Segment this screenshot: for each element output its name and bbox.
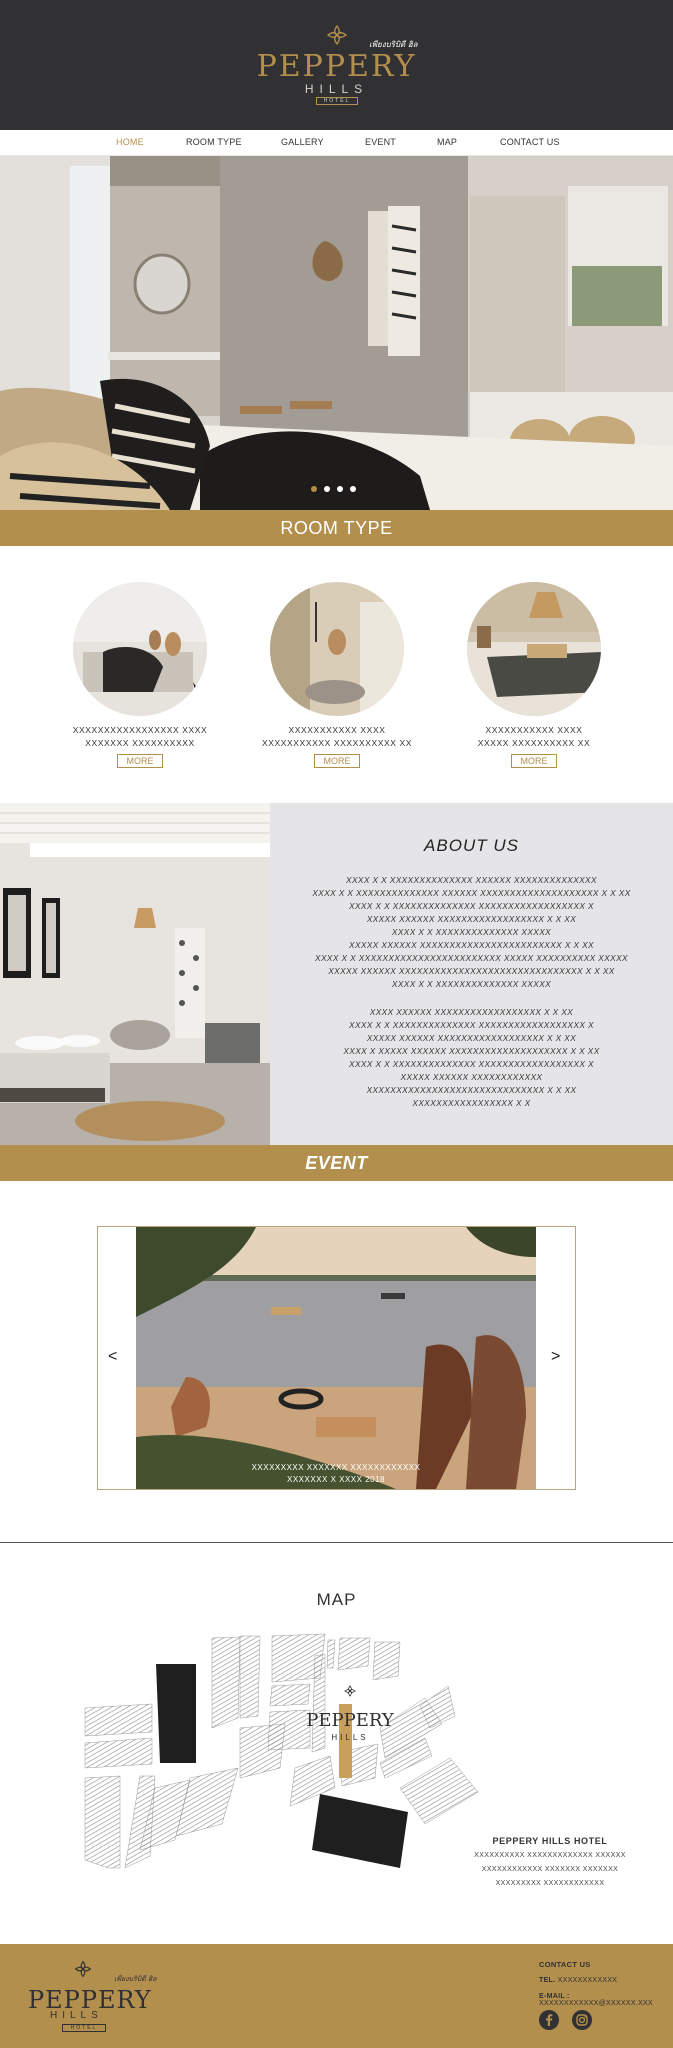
nav-gallery[interactable]: GALLERY	[281, 137, 324, 147]
room-1-more-button[interactable]: MORE	[117, 754, 163, 768]
about-title: ABOUT US	[424, 836, 519, 855]
about-text-line: XXXX X X XXXXXXXXXXXXXX XXXXX	[391, 927, 552, 937]
room-type-banner: ROOM TYPE	[0, 510, 673, 546]
hero-image	[0, 156, 673, 510]
room-2-more-button[interactable]: MORE	[314, 754, 360, 768]
room-1-desc-line2: XXXXXXX XXXXXXXXXX	[85, 738, 195, 748]
flower-logo-icon	[326, 24, 348, 46]
room-2-desc-line2: XXXXXXXXXXX XXXXXXXXXX XX	[261, 738, 413, 748]
about-text-line: XXXXX XXXXXX XXXXXXXXXXXXXXXXXXXXXXXXXXX…	[328, 966, 615, 976]
room-2-desc-line1: XXXXXXXXXXX XXXX	[288, 725, 386, 735]
room-2-desc: XXXXXXXXXXX XXXX XXXXXXXXXXX XXXXXXXXXX …	[237, 724, 437, 750]
footer-flower-logo-icon	[74, 1960, 92, 1978]
brand-tag: HOTEL	[316, 97, 358, 105]
footer-email: E-MAIL : XXXXXXXXXXXX@XXXXXX.XXX	[539, 1993, 673, 2007]
about-image	[0, 803, 270, 1145]
room-image-1[interactable]	[73, 582, 207, 716]
room-1-desc-line1: XXXXXXXXXXXXXXXXX XXXX	[72, 725, 208, 735]
event-title: EVENT	[305, 1153, 368, 1173]
room-image-3[interactable]	[467, 582, 601, 716]
about-text-line: XXXXX XXXXXX XXXXXXXXXXXX	[400, 1072, 543, 1082]
hero-slider[interactable]	[0, 156, 673, 510]
nav-event[interactable]: EVENT	[365, 137, 396, 147]
footer-brand-tag: HOTEL	[62, 2024, 106, 2032]
brand-subtitle: HILLS	[304, 82, 369, 96]
room-1-desc: XXXXXXXXXXXXXXXXX XXXX XXXXXXX XXXXXXXXX…	[40, 724, 240, 750]
map-marker-flower-icon	[344, 1685, 356, 1697]
event-next-arrow[interactable]: >	[551, 1348, 560, 1366]
event-caption-line2: XXXXXXX X XXXX 2018	[287, 1475, 385, 1484]
about-text-line: XXXXX XXXXXX XXXXXXXXXXXXXXXXXX X X XX	[366, 1033, 577, 1043]
about-paragraph-1: XXXX X X XXXXXXXXXXXXXX XXXXXX XXXXXXXXX…	[290, 874, 653, 991]
about-text-line: XXXX X X XXXXXXXXXXXXXX XXXXXX XXXXXXXXX…	[346, 875, 597, 885]
room-image-2[interactable]	[270, 582, 404, 716]
slider-dot-4[interactable]	[350, 486, 356, 492]
room-3-desc-line2: XXXXX XXXXXXXXXX XX	[477, 738, 591, 748]
footer-tel-label: TEL.	[539, 1977, 556, 1984]
footer-tel-value[interactable]: XXXXXXXXXXXX	[558, 1977, 618, 1984]
main-nav	[0, 130, 673, 156]
map-address-line: XXXXXXXXXX XXXXXXXXXXXXX XXXXXX	[474, 1852, 626, 1859]
about-text-line: XXXX XXXXXX XXXXXXXXXXXXXXXXXX X X XX	[369, 1007, 574, 1017]
about-paragraph-2: XXXX XXXXXX XXXXXXXXXXXXXXXXXX X X XX XX…	[290, 1006, 653, 1110]
event-caption-line1: XXXXXXXXX XXXXXXX XXXXXXXXXXXX	[251, 1463, 421, 1472]
footer-brand-script: เพียงบริบิดี ฮิล	[114, 1975, 157, 1983]
footer-contact-title: CONTACT US	[539, 1960, 591, 1969]
about-text-line: XXXXX XXXXXX XXXXXXXXXXXXXXXXXX X X XX	[366, 914, 577, 924]
about-text-line: XXXX X X XXXXXXXXXXXXXX XXXXXXXXXXXXXXXX…	[349, 1020, 594, 1030]
map-marker-title: PEPPERY	[306, 1710, 395, 1731]
map-hotel-name: PEPPERY HILLS HOTEL	[492, 1836, 608, 1846]
brand-title[interactable]: PEPPERY	[0, 52, 673, 82]
footer-tel: TEL. XXXXXXXXXXXX	[539, 1977, 617, 1984]
instagram-icon[interactable]	[572, 2010, 592, 2030]
footer-email-label: E-MAIL :	[539, 1993, 570, 2000]
slider-dot-3[interactable]	[337, 486, 343, 492]
map-graphic[interactable]: PEPPERY HILLS	[80, 1628, 500, 1878]
nav-contact-us[interactable]: CONTACT US	[500, 137, 560, 147]
about-text-line: XXXX X X XXXXXXXXXXXXXX XXXXXXXXXXXXXXXX…	[349, 901, 594, 911]
about-text-line: XXXX X XXXXX XXXXXX XXXXXXXXXXXXXXXXXXXX…	[343, 1046, 600, 1056]
section-divider	[0, 1542, 673, 1543]
slider-dot-2[interactable]	[324, 486, 330, 492]
about-text-line: XXXXXXXXXXXXXXXXX X X	[412, 1098, 531, 1108]
event-prev-arrow[interactable]: <	[108, 1348, 117, 1366]
room-type-title: ROOM TYPE	[280, 518, 393, 538]
room-3-desc-line1: XXXXXXXXXXX XXXX	[485, 725, 583, 735]
map-address-line: XXXXXXXXXXXX XXXXXXX XXXXXXX	[481, 1866, 619, 1873]
room-3-desc: XXXXXXXXXXX XXXX XXXXX XXXXXXXXXX XX	[434, 724, 634, 750]
footer-email-value[interactable]: XXXXXXXXXXXX@XXXXXX.XXX	[539, 2000, 653, 2007]
about-text-line: XXXXXXXXXXXXXXXXXXXXXXXXXXXXXX X X XX	[366, 1085, 577, 1095]
map-title: MAP	[316, 1590, 357, 1609]
nav-home[interactable]: HOME	[116, 137, 144, 147]
about-text-line: XXXX X X XXXXXXXXXXXXXX XXXXXX XXXXXXXXX…	[312, 888, 631, 898]
nav-room-type[interactable]: ROOM TYPE	[186, 137, 242, 147]
about-text-line: XXXX X X XXXXXXXXXXXXXX XXXXXXXXXXXXXXXX…	[349, 1059, 594, 1069]
event-caption: XXXXXXXXX XXXXXXX XXXXXXXXXXXX XXXXXXX X…	[136, 1462, 536, 1486]
footer-brand-subtitle: HILLS	[50, 2010, 103, 2021]
nav-map[interactable]: MAP	[437, 137, 457, 147]
event-banner: EVENT	[0, 1145, 673, 1181]
slider-dot-1[interactable]	[311, 486, 317, 492]
about-text-line: XXXX X X XXXXXXXXXXXXXX XXXXX	[391, 979, 552, 989]
room-3-more-button[interactable]: MORE	[511, 754, 557, 768]
event-image[interactable]	[136, 1227, 536, 1489]
map-marker-subtitle: HILLS	[331, 1733, 368, 1742]
facebook-icon[interactable]	[539, 2010, 559, 2030]
map-address-line: XXXXXXXXX XXXXXXXXXXXX	[495, 1880, 605, 1887]
about-text-line: XXXX X X XXXXXXXXXXXXXXXXXXXXXXXX XXXXX …	[315, 953, 628, 963]
about-text-line: XXXXX XXXXXX XXXXXXXXXXXXXXXXXXXXXXXX X …	[349, 940, 594, 950]
